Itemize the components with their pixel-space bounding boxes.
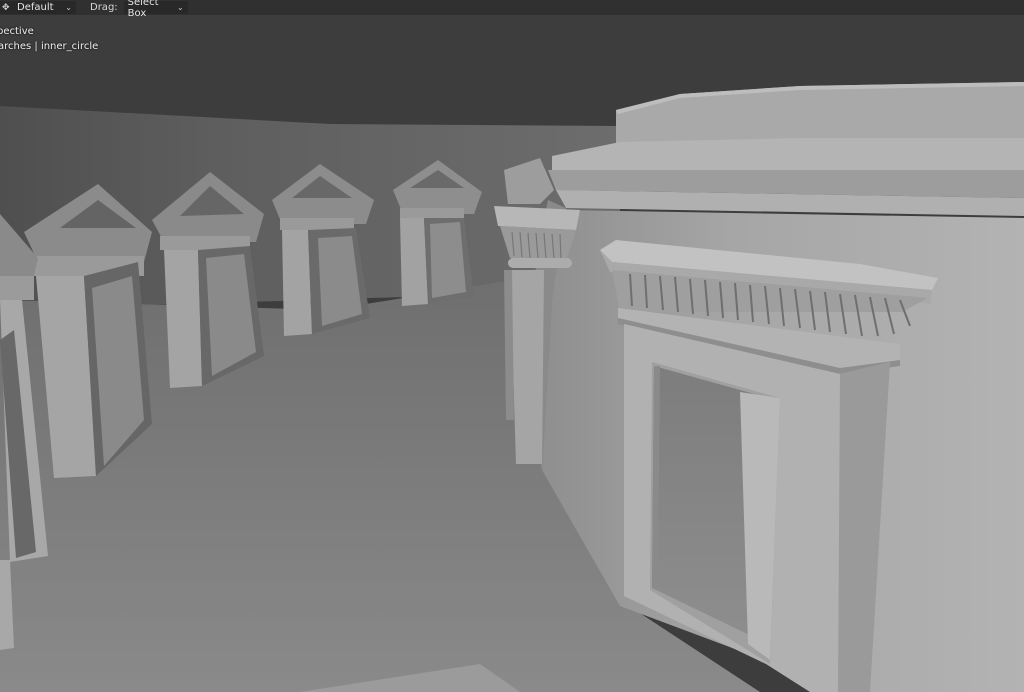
transform-orientation-dropdown[interactable]: ✥ Default ⌄	[0, 1, 76, 14]
viewport-header: ✥ Default ⌄ Drag: Select Box ⌄	[0, 0, 1024, 19]
chevron-down-icon: ⌄	[65, 3, 72, 12]
transform-orientation-icon: ✥	[2, 2, 10, 13]
view-name-text: pective	[0, 26, 34, 37]
transform-orientation-value: Default	[17, 2, 54, 13]
chevron-down-icon: ⌄	[176, 3, 184, 12]
drag-label: Drag:	[90, 2, 118, 13]
viewport-text-overlay: pective arches | inner_circle	[0, 24, 98, 54]
3d-viewport[interactable]	[0, 0, 1024, 692]
collection-object-text: arches | inner_circle	[0, 41, 99, 52]
scene-render[interactable]	[0, 0, 1024, 692]
drag-select-dropdown[interactable]: Select Box ⌄	[123, 0, 188, 19]
drag-select-value: Select Box	[127, 0, 159, 19]
